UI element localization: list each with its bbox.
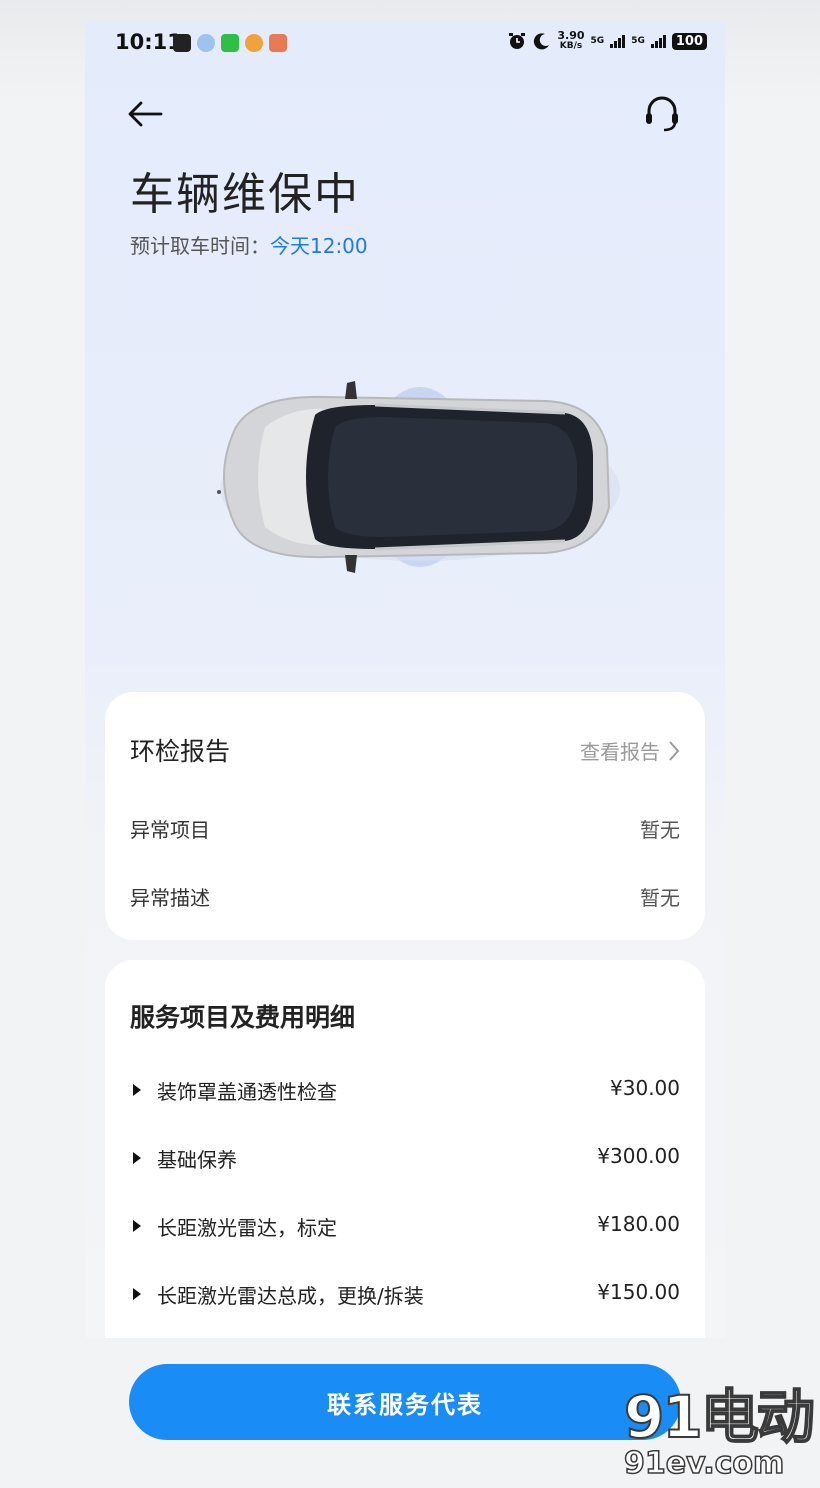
moon-icon	[534, 33, 550, 50]
view-report-label: 查看报告	[580, 740, 660, 764]
pickup-time: 今天12:00	[270, 234, 368, 258]
network-type-2: 5G	[631, 36, 645, 46]
service-item-name: 长距激光雷达，标定	[157, 1216, 337, 1240]
service-item-price: ¥30.00	[610, 1076, 680, 1100]
inspection-title: 环检报告	[130, 737, 231, 766]
pickup-label: 预计取车时间：	[130, 234, 270, 258]
site-watermark-logo: 91电动 91ev.com	[620, 1383, 816, 1485]
back-button[interactable]	[125, 94, 165, 134]
triangle-right-icon	[133, 1220, 141, 1232]
service-item-price: ¥150.00	[597, 1280, 680, 1304]
chevron-right-icon	[669, 740, 680, 761]
abnormal-items-value: 暂无	[640, 818, 680, 842]
service-item[interactable]: 长距激光雷达总成，更换/拆装 ¥150.00	[130, 1280, 680, 1310]
service-item[interactable]: 长距激光雷达，标定 ¥180.00	[130, 1212, 680, 1242]
abnormal-description-label: 异常描述	[130, 886, 210, 910]
arrow-left-icon	[128, 101, 163, 127]
inspection-report-card: 环检报告 查看报告 异常项目 暂无 异常描述 暂无	[105, 692, 705, 940]
page-title: 车辆维保中	[130, 169, 360, 220]
abnormal-items-label: 异常项目	[130, 818, 210, 842]
app-icon	[197, 34, 215, 52]
contact-service-rep-button[interactable]: 联系服务代表	[129, 1364, 681, 1440]
status-time: 10:11	[115, 30, 182, 54]
service-item-name: 基础保养	[157, 1148, 237, 1172]
pickup-info: 预计取车时间：今天12:00	[130, 230, 368, 259]
status-right: 3.90 KB/s 5G 5G 100	[507, 30, 707, 52]
service-item[interactable]: 装饰罩盖通透性检查 ¥30.00	[130, 1076, 680, 1106]
phone-screen: 10:11 3.90 KB/s 5G 5G 100 车辆维保中 预计取车时间：今…	[85, 22, 725, 1338]
status-bar: 10:11 3.90 KB/s 5G 5G 100	[85, 22, 725, 64]
watermark-top: 91电动	[623, 1383, 816, 1451]
game-app-icon	[269, 34, 287, 52]
signal-icon-2	[650, 34, 666, 48]
speed-unit: KB/s	[559, 41, 583, 51]
triangle-right-icon	[133, 1084, 141, 1096]
network-speed: 3.90 KB/s	[557, 30, 584, 52]
mi-app-icon	[173, 34, 191, 52]
service-item-name: 装饰罩盖通透性检查	[157, 1080, 337, 1104]
abnormal-description-value: 暂无	[640, 886, 680, 910]
service-item-price: ¥300.00	[597, 1144, 680, 1168]
service-item[interactable]: 基础保养 ¥300.00	[130, 1144, 680, 1174]
triangle-right-icon	[133, 1288, 141, 1300]
service-cost-title: 服务项目及费用明细	[130, 1003, 356, 1032]
service-cost-card: 服务项目及费用明细 装饰罩盖通透性检查 ¥30.00 基础保养 ¥300.00 …	[105, 960, 705, 1338]
battery-level: 100	[671, 32, 707, 50]
triangle-right-icon	[133, 1152, 141, 1164]
view-report-link[interactable]: 查看报告	[580, 736, 680, 765]
customer-service-button[interactable]	[640, 92, 684, 136]
signal-icon	[610, 34, 626, 48]
car-top-view-image	[217, 381, 620, 573]
wechat-icon	[221, 34, 239, 52]
alarm-icon	[509, 33, 526, 49]
speed-value: 3.90	[557, 29, 585, 42]
network-type-1: 5G	[590, 36, 605, 46]
headset-icon	[646, 96, 678, 132]
service-item-name: 长距激光雷达总成，更换/拆装	[157, 1284, 424, 1308]
service-item-price: ¥180.00	[597, 1212, 680, 1236]
watermark-bottom: 91ev.com	[623, 1446, 785, 1482]
weibo-icon	[245, 34, 263, 52]
